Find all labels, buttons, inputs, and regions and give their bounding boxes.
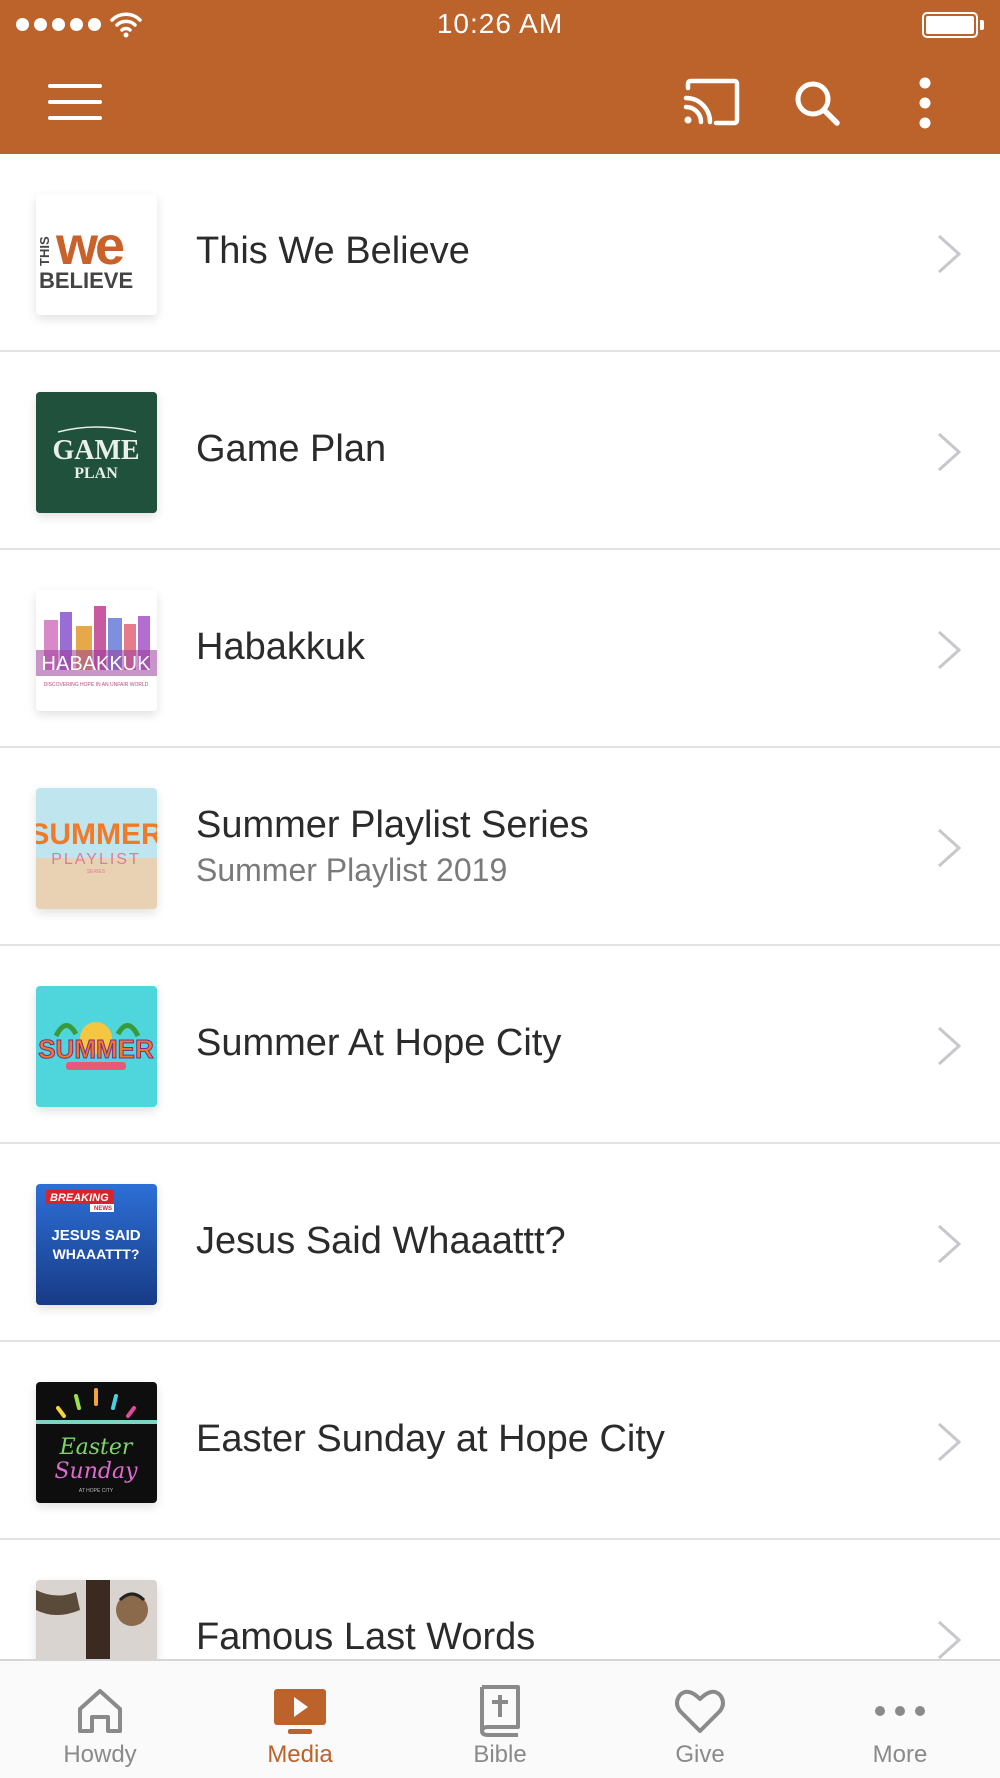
- list-item-habakkuk[interactable]: HABAKKUK DISCOVERING HOPE IN AN UNFAIR W…: [0, 550, 1000, 748]
- series-subtitle: Summer Playlist 2019: [196, 852, 508, 888]
- svg-text:GAME: GAME: [52, 435, 139, 466]
- series-thumbnail: THIS we BELIEVE: [36, 194, 157, 315]
- list-item-jesus-said-whaaattt[interactable]: BREAKING NEWS JESUS SAID WHAAATTT? Jesus…: [0, 1144, 1000, 1342]
- svg-text:JESUS SAID: JESUS SAID: [51, 1227, 140, 1244]
- svg-text:HABAKKUK: HABAKKUK: [42, 653, 152, 675]
- bible-icon: [480, 1685, 520, 1737]
- cast-icon[interactable]: [682, 78, 740, 126]
- chevron-right-icon: [937, 1620, 962, 1659]
- tab-media[interactable]: Media: [200, 1661, 400, 1778]
- list-item-easter-sunday[interactable]: Easter Sunday AT HOPE CITY Easter Sunday…: [0, 1342, 1000, 1540]
- media-play-icon: [274, 1689, 326, 1734]
- heart-icon: [675, 1689, 725, 1733]
- list-item-this-we-believe[interactable]: THIS we BELIEVE This We Believe: [0, 154, 1000, 352]
- svg-text:SUMMER: SUMMER: [36, 818, 157, 851]
- series-title: Summer At Hope City: [196, 1022, 562, 1064]
- series-title: Game Plan: [196, 428, 387, 470]
- series-thumbnail: SUMMER PLAYLIST SERIES: [36, 788, 157, 909]
- series-title: Summer Playlist Series: [196, 804, 589, 846]
- series-title: Habakkuk: [196, 626, 365, 668]
- status-time: 10:26 AM: [436, 8, 564, 39]
- svg-text:SERIES: SERIES: [87, 869, 106, 875]
- svg-text:PLAN: PLAN: [74, 465, 118, 482]
- list-item-game-plan[interactable]: GAME PLAN Game Plan: [0, 352, 1000, 550]
- more-vertical-icon[interactable]: [910, 76, 940, 130]
- svg-text:BREAKING: BREAKING: [50, 1192, 109, 1204]
- series-thumbnail: [36, 1580, 157, 1659]
- tab-bible[interactable]: Bible: [400, 1661, 600, 1778]
- chevron-right-icon: [937, 630, 962, 670]
- top-bar: 10:26 AM: [0, 0, 1000, 154]
- series-title: Easter Sunday at Hope City: [196, 1418, 665, 1460]
- svg-text:we: we: [55, 216, 124, 276]
- tab-label: Media: [267, 1741, 333, 1768]
- home-icon: [78, 1689, 122, 1733]
- chevron-right-icon: [937, 432, 962, 472]
- chevron-right-icon: [937, 1224, 962, 1264]
- search-icon[interactable]: [792, 78, 842, 128]
- tab-howdy[interactable]: Howdy: [0, 1661, 200, 1778]
- tab-label: Bible: [473, 1741, 527, 1768]
- series-thumbnail: SUMMER: [36, 986, 157, 1107]
- svg-text:SUMMER: SUMMER: [38, 1034, 154, 1064]
- chevron-right-icon: [937, 828, 962, 868]
- list-item-famous-last-words[interactable]: Famous Last Words: [0, 1540, 1000, 1659]
- media-series-list: THIS we BELIEVE This We Believe GAME PLA…: [0, 154, 1000, 1659]
- chevron-right-icon: [937, 234, 962, 274]
- bottom-tab-bar: Howdy Media Bible Give More: [0, 1659, 1000, 1778]
- series-thumbnail: BREAKING NEWS JESUS SAID WHAAATTT?: [36, 1184, 157, 1305]
- hamburger-menu-icon[interactable]: [48, 82, 102, 122]
- more-horizontal-icon: [875, 1706, 925, 1716]
- svg-text:BELIEVE: BELIEVE: [39, 268, 133, 293]
- app-screen: 10:26 AM THIS we BELIEVE This We Believe…: [0, 0, 1000, 1778]
- svg-text:WHAAATTT?: WHAAATTT?: [53, 1246, 140, 1262]
- battery-icon: [922, 12, 984, 38]
- series-thumbnail: GAME PLAN: [36, 392, 157, 513]
- svg-text:THIS: THIS: [37, 236, 52, 266]
- list-item-summer-at-hope-city[interactable]: SUMMER Summer At Hope City: [0, 946, 1000, 1144]
- tab-label: Howdy: [63, 1741, 137, 1768]
- series-thumbnail: HABAKKUK DISCOVERING HOPE IN AN UNFAIR W…: [36, 590, 157, 711]
- tab-label: More: [872, 1741, 928, 1768]
- series-thumbnail: Easter Sunday AT HOPE CITY: [36, 1382, 157, 1503]
- svg-text:Sunday: Sunday: [54, 1459, 138, 1484]
- svg-text:PLAYLIST: PLAYLIST: [51, 851, 141, 868]
- list-item-summer-playlist-series[interactable]: SUMMER PLAYLIST SERIES Summer Playlist S…: [0, 748, 1000, 946]
- svg-text:DISCOVERING HOPE IN AN UNFAIR: DISCOVERING HOPE IN AN UNFAIR WORLD: [44, 682, 149, 688]
- tab-label: Give: [675, 1741, 725, 1768]
- tab-give[interactable]: Give: [600, 1661, 800, 1778]
- chevron-right-icon: [937, 1422, 962, 1462]
- chevron-right-icon: [937, 1026, 962, 1066]
- svg-text:NEWS: NEWS: [94, 1206, 112, 1212]
- tab-more[interactable]: More: [800, 1661, 1000, 1778]
- series-title: Jesus Said Whaaattt?: [196, 1220, 566, 1262]
- svg-text:Easter: Easter: [59, 1435, 134, 1460]
- series-title: Famous Last Words: [196, 1616, 536, 1658]
- series-title: This We Believe: [196, 230, 470, 272]
- svg-text:AT HOPE CITY: AT HOPE CITY: [79, 1488, 114, 1494]
